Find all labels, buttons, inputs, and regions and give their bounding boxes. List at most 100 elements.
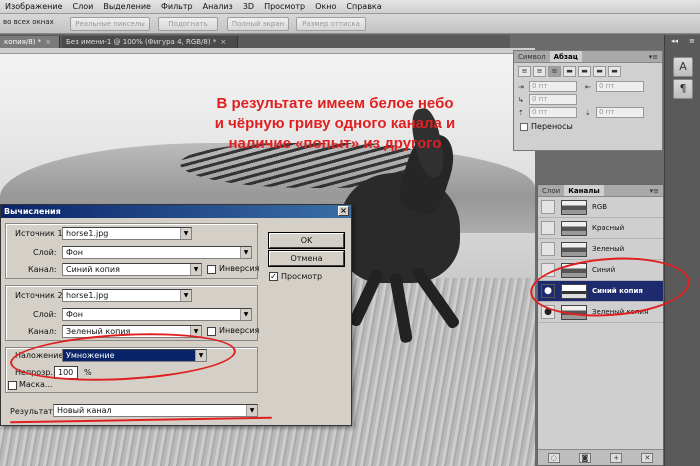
chevron-down-icon: ▼ [240, 309, 251, 320]
options-bar: во всех окнах Реальные пикселы Подогнать… [0, 14, 700, 34]
dialog-titlebar[interactable]: Вычисления × [1, 205, 351, 218]
panel-dock: ◂◂ ≡ A ¶ [664, 35, 700, 466]
source1-file-select[interactable]: horse1.jpg ▼ [62, 227, 192, 240]
document-tab-1-title: копия/8) * [4, 38, 42, 46]
channel-name: Зеленый [592, 245, 625, 253]
source1-channel-label: Канал: [28, 265, 57, 274]
preview-checkbox[interactable]: ✓ [269, 272, 278, 281]
menu-view[interactable]: Просмотр [259, 2, 310, 11]
source1-channel-value: Синий копия [66, 265, 120, 274]
tab-layers[interactable]: Слои [538, 185, 564, 196]
source1-channel-select[interactable]: Синий копия ▼ [62, 263, 202, 276]
visibility-toggle[interactable] [541, 242, 555, 256]
justify-all-icon[interactable]: ▬ [608, 66, 621, 77]
cancel-button[interactable]: Отмена [269, 251, 344, 266]
document-tab-1[interactable]: копия/8) * × [0, 36, 60, 48]
ok-button[interactable]: OK [269, 233, 344, 248]
channel-thumbnail [561, 241, 587, 257]
tab-character[interactable]: Символ [514, 51, 550, 62]
chevron-down-icon: ▼ [246, 405, 257, 416]
channel-row-green[interactable]: Зеленый [538, 239, 663, 260]
source1-file-value: horse1.jpg [66, 229, 109, 238]
channel-row-rgb[interactable]: RGB [538, 197, 663, 218]
actual-pixels-button[interactable]: Реальные пикселы [70, 17, 150, 31]
source2-file-select[interactable]: horse1.jpg ▼ [62, 289, 192, 302]
trash-icon[interactable]: ✕ [641, 452, 654, 463]
result-value: Новый канал [57, 406, 112, 415]
calculations-dialog: Вычисления × Источник 1: horse1.jpg ▼ Сло… [0, 204, 352, 426]
menu-analysis[interactable]: Анализ [198, 2, 238, 11]
full-screen-button[interactable]: Полный экран [227, 17, 289, 31]
caption-text: В результате имеем белое небо и чёрную г… [180, 94, 490, 154]
new-channel-icon[interactable]: + [610, 452, 623, 463]
source2-layer-label: Слой: [33, 310, 57, 319]
channel-thumbnail [561, 199, 587, 215]
hyphenate-label: Переносы [531, 122, 573, 131]
menu-window[interactable]: Окно [310, 2, 341, 11]
source2-layer-select[interactable]: Фон ▼ [62, 308, 252, 321]
load-selection-icon[interactable]: ◌ [547, 452, 560, 463]
menu-help[interactable]: Справка [341, 2, 386, 11]
tab-paragraph[interactable]: Абзац [549, 51, 582, 62]
document-tab-2-title: Без имени-1 @ 100% (Фигура 4, RGB/8) * [66, 38, 217, 46]
space-before-field[interactable]: 0 пт [529, 107, 577, 118]
menu-bar: Изображение Слои Выделение Фильтр Анализ… [0, 0, 700, 14]
source1-invert-checkbox[interactable] [207, 265, 216, 274]
space-after-field[interactable]: 0 пт [596, 107, 644, 118]
source2-invert-label: Инверсия [219, 326, 260, 335]
align-left-icon[interactable]: ≡ [518, 66, 531, 77]
visibility-toggle[interactable] [541, 221, 555, 235]
justify-last-right-icon[interactable]: ▬ [593, 66, 606, 77]
panel-menu-icon[interactable]: ≡ [689, 37, 695, 45]
justify-last-left-icon[interactable]: ▬ [563, 66, 576, 77]
indent-first-line-field[interactable]: 0 пт [529, 94, 577, 105]
mask-checkbox[interactable] [8, 381, 17, 390]
character-panel-icon[interactable]: A [673, 57, 693, 77]
source1-layer-label: Слой: [33, 248, 57, 257]
fit-screen-button[interactable]: Подогнать [158, 17, 218, 31]
align-center-icon[interactable]: ≡ [533, 66, 546, 77]
menu-select[interactable]: Выделение [98, 2, 156, 11]
space-after-icon: ⇣ [585, 108, 591, 117]
chevron-down-icon: ▼ [180, 290, 191, 301]
channel-row-red[interactable]: Красный [538, 218, 663, 239]
print-size-button[interactable]: Размер оттиска [296, 17, 366, 31]
menu-layers[interactable]: Слои [68, 2, 99, 11]
result-select[interactable]: Новый канал ▼ [53, 404, 258, 417]
close-icon[interactable]: × [45, 38, 51, 46]
save-selection-icon[interactable]: ◙ [578, 452, 591, 463]
justify-last-center-icon[interactable]: ▬ [578, 66, 591, 77]
source2-file-value: horse1.jpg [66, 291, 109, 300]
panel-menu-icon[interactable]: ▾≡ [646, 185, 663, 196]
close-icon[interactable]: × [220, 38, 226, 46]
source1-group: Источник 1: horse1.jpg ▼ Слой: Фон ▼ Канал… [5, 223, 260, 279]
menu-filter[interactable]: Фильтр [156, 2, 198, 11]
collapse-icon[interactable]: ◂◂ [671, 37, 678, 45]
menu-3d[interactable]: 3D [238, 2, 259, 11]
ruler [0, 48, 535, 54]
channel-name: Красный [592, 224, 625, 232]
document-tab-2[interactable]: Без имени-1 @ 100% (Фигура 4, RGB/8) * × [62, 36, 238, 48]
dialog-title: Вычисления [4, 207, 61, 216]
indent-left-field[interactable]: 0 пт [529, 81, 577, 92]
source2-label: Источник 2: [15, 291, 66, 300]
mask-label: Маска... [19, 380, 53, 389]
source1-invert-label: Инверсия [219, 264, 260, 273]
source1-layer-select[interactable]: Фон ▼ [62, 246, 252, 259]
paragraph-panel-icon[interactable]: ¶ [673, 79, 693, 99]
close-icon[interactable]: × [338, 206, 349, 216]
channel-name: RGB [592, 203, 608, 211]
menu-image[interactable]: Изображение [0, 2, 68, 11]
hyphenate-checkbox[interactable] [520, 122, 528, 131]
chevron-down-icon: ▼ [180, 228, 191, 239]
panel-menu-icon[interactable]: ▾≡ [645, 51, 662, 62]
source2-invert-checkbox[interactable] [207, 327, 216, 336]
source1-layer-value: Фон [66, 248, 84, 257]
caption-line-2: и чёрную гриву одного канала и [214, 115, 456, 132]
result-label: Результат: [10, 407, 56, 416]
visibility-toggle[interactable] [541, 200, 555, 214]
indent-right-field[interactable]: 0 пт [596, 81, 644, 92]
align-right-icon[interactable]: ≡ [548, 66, 561, 77]
channels-panel: Слои Каналы ▾≡ RGB Красный Зеленый Синий… [537, 184, 664, 466]
tab-channels[interactable]: Каналы [564, 185, 604, 196]
